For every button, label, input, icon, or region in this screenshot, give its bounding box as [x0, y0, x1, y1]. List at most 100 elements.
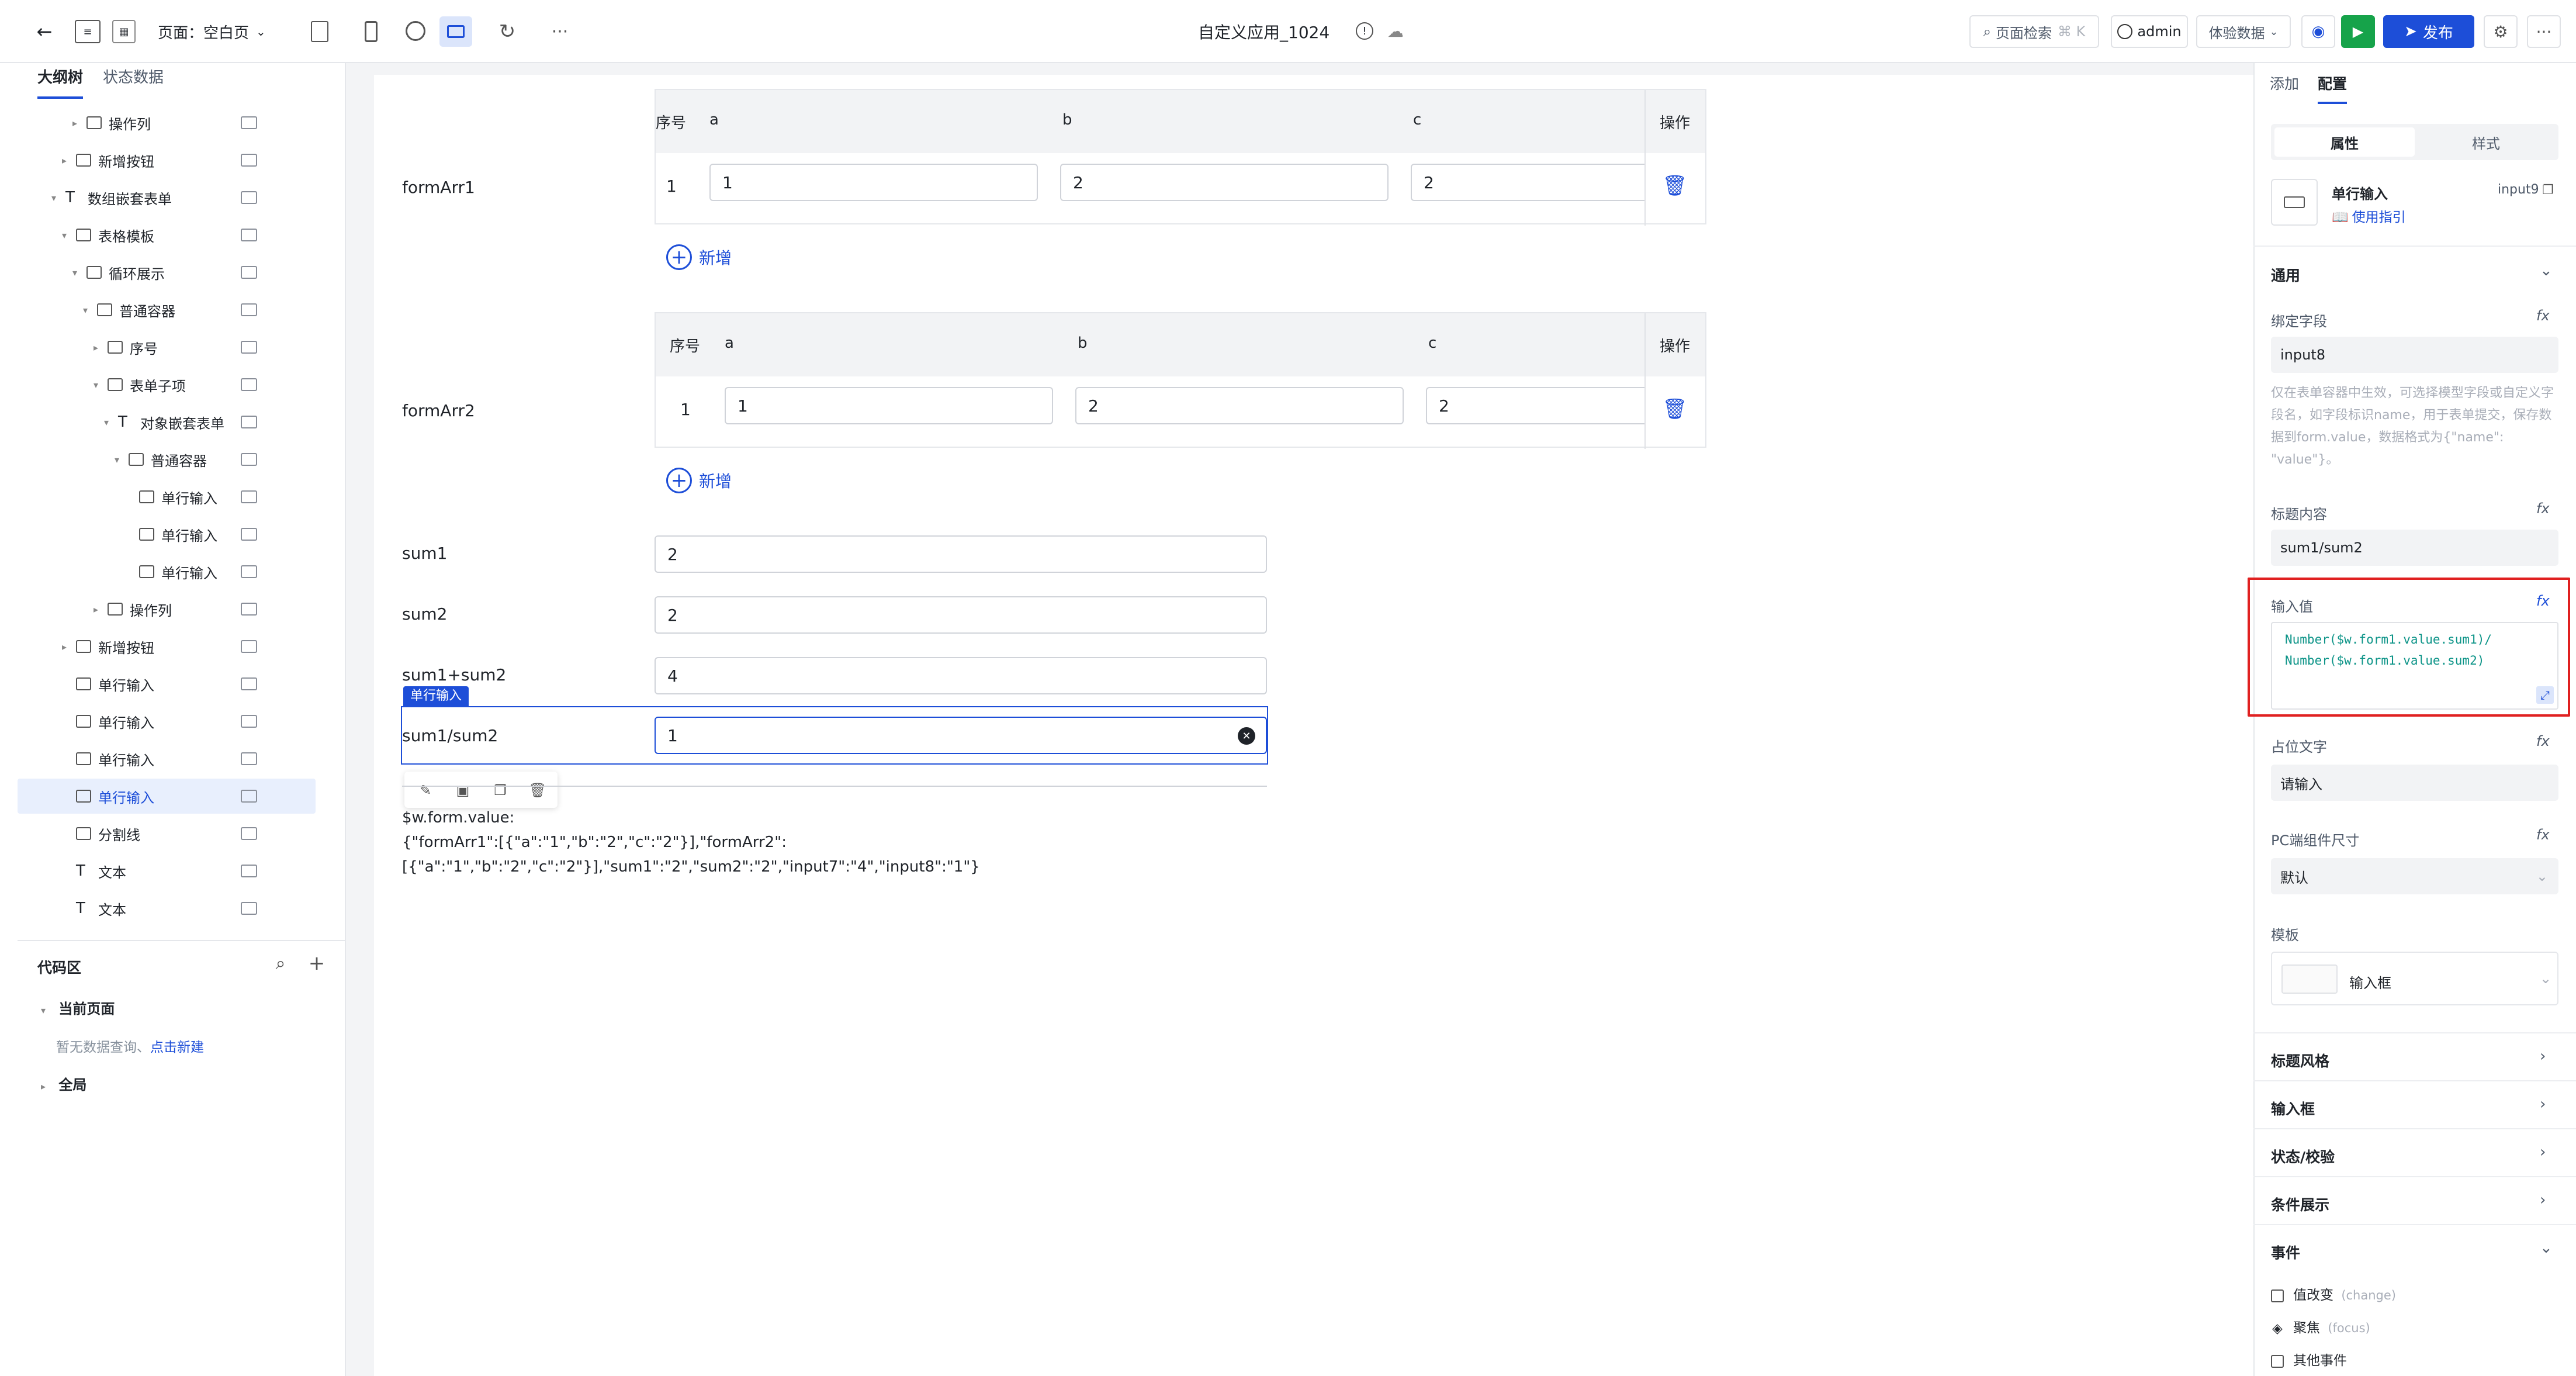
edit-pencil-icon[interactable]: ✎	[415, 780, 436, 801]
caret-right-icon[interactable]: ▸	[62, 155, 67, 166]
tree-item[interactable]: 单行输入	[18, 741, 316, 776]
clear-circle-icon[interactable]: ✕	[1238, 727, 1255, 745]
code-area-current-page[interactable]: ▾ 当前页面	[41, 997, 115, 1018]
delete-trash-icon[interactable]: 🗑	[1662, 173, 1687, 199]
formArr1-a-input[interactable]: 1	[709, 164, 1038, 201]
create-link[interactable]: 点击新建	[150, 1040, 204, 1055]
event-change[interactable]: 值改变 (change)	[2271, 1284, 2396, 1304]
bind-field-input[interactable]: input8	[2271, 337, 2558, 373]
outline-view-icon[interactable]: ≡	[75, 20, 101, 43]
placeholder-input[interactable]: 请输入	[2271, 765, 2558, 801]
tree-item[interactable]: T 文本	[18, 891, 316, 926]
usage-guide-link[interactable]: 📖 使用指引	[2332, 206, 2406, 226]
tree-item[interactable]: ▾ 普通容器	[18, 442, 316, 477]
tree-item[interactable]: ▸ 序号	[18, 330, 316, 365]
tab-outline-tree[interactable]: 大纲树	[37, 65, 84, 99]
formArr2-a-input[interactable]: 1	[725, 387, 1053, 424]
tree-item[interactable]: 单行输入	[18, 517, 316, 552]
page-selector[interactable]: 页面：空白页 ⌄	[158, 20, 266, 43]
copy-id-icon[interactable]: ❐	[2540, 181, 2556, 199]
tab-config[interactable]: 配置	[2318, 72, 2348, 104]
tree-item[interactable]: 单行输入	[18, 666, 316, 701]
caret-down-icon[interactable]: ▾	[115, 454, 119, 465]
events-section-title[interactable]: 事件	[2271, 1242, 2300, 1263]
sum1-div-sum2-input[interactable]: 1	[655, 717, 1267, 754]
fx-icon[interactable]: fx	[2536, 593, 2550, 609]
tree-item[interactable]: ▾ 表格模板	[18, 217, 316, 253]
delete-trash-icon[interactable]: 🗑	[1662, 396, 1687, 422]
more-menu-icon[interactable]: ···	[2527, 15, 2561, 48]
caret-right-icon[interactable]: ▸	[94, 342, 98, 353]
layout-view-icon[interactable]: ▦	[112, 20, 136, 43]
tree-item[interactable]: ▾ 循环展示	[18, 255, 316, 290]
user-button[interactable]: admin	[2111, 15, 2188, 48]
section-input-box[interactable]: 输入框	[2271, 1098, 2315, 1119]
chevron-right-icon[interactable]: ›	[2540, 1047, 2546, 1065]
formArr1-add-button[interactable]: + 新增	[666, 244, 732, 270]
mobile-device-icon[interactable]	[365, 21, 378, 42]
fx-icon[interactable]: fx	[2536, 827, 2550, 843]
search-icon[interactable]: ⌕	[270, 953, 291, 974]
new-file-icon[interactable]	[311, 21, 328, 42]
tree-item[interactable]: 单行输入	[18, 554, 316, 589]
chevron-down-icon[interactable]: ⌄	[2540, 262, 2553, 279]
tree-item[interactable]: ▸ 新增按钮	[18, 629, 316, 664]
pc-size-select[interactable]: 默认 ⌄	[2271, 858, 2558, 894]
chevron-right-icon[interactable]: ›	[2540, 1095, 2546, 1113]
tree-item[interactable]: 单行输入	[18, 479, 316, 514]
caret-down-icon[interactable]: ▾	[62, 230, 67, 241]
formArr2-add-button[interactable]: + 新增	[666, 468, 732, 493]
fx-icon[interactable]: fx	[2536, 733, 2550, 749]
caret-down-icon[interactable]: ▾	[94, 379, 98, 390]
caret-down-icon[interactable]: ▾	[51, 192, 56, 203]
title-content-input[interactable]: sum1/sum2	[2271, 530, 2558, 566]
event-focus[interactable]: ◈ 聚焦 (focus)	[2271, 1316, 2370, 1336]
info-icon[interactable]: !	[1356, 22, 1373, 40]
caret-down-icon[interactable]: ▾	[72, 267, 77, 278]
run-button[interactable]: ▶	[2341, 15, 2375, 48]
save-icon[interactable]: ▣	[452, 780, 473, 801]
refresh-icon[interactable]: ↻	[496, 20, 519, 43]
general-section-title[interactable]: 通用	[2271, 264, 2300, 285]
more-icon[interactable]: ···	[548, 20, 572, 43]
settings-gear-icon[interactable]: ⚙	[2484, 15, 2518, 48]
tree-item[interactable]: ▾ T 对象嵌套表单	[18, 404, 316, 440]
caret-right-icon[interactable]: ▸	[94, 604, 98, 615]
copy-icon[interactable]: ❐	[490, 780, 511, 801]
event-other[interactable]: 其他事件	[2271, 1349, 2347, 1369]
section-title-style[interactable]: 标题风格	[2271, 1050, 2329, 1071]
preview-eye-icon[interactable]: ◉	[2301, 15, 2335, 48]
chevron-right-icon[interactable]: ›	[2540, 1143, 2546, 1161]
tree-item[interactable]: ▸ 操作列	[18, 592, 316, 627]
compass-icon[interactable]	[406, 21, 425, 41]
chevron-right-icon[interactable]: ›	[2540, 1191, 2546, 1209]
formArr2-b-input[interactable]: 2	[1075, 387, 1404, 424]
fx-icon[interactable]: fx	[2536, 500, 2550, 517]
back-arrow-icon[interactable]: ←	[33, 20, 56, 43]
section-state-validation[interactable]: 状态/校验	[2271, 1146, 2335, 1167]
tree-item[interactable]: ▾ T 数组嵌套表单	[18, 180, 316, 215]
segment-style[interactable]: 样式	[2416, 127, 2556, 157]
formArr2-c-input[interactable]: 2	[1426, 387, 1644, 424]
delete-icon[interactable]: 🗑	[527, 780, 548, 801]
tree-item[interactable]: ▸ 新增按钮	[18, 143, 316, 178]
page-search-button[interactable]: ⌕ 页面检索 ⌘ K	[1969, 15, 2099, 48]
tree-item[interactable]: ▸ 操作列	[18, 105, 316, 140]
sum1-input[interactable]: 2	[655, 535, 1267, 573]
publish-button[interactable]: ➤ 发布	[2383, 15, 2474, 48]
tab-state-data[interactable]: 状态数据	[103, 65, 164, 99]
data-mode-select[interactable]: 体验数据 ⌄	[2196, 15, 2291, 48]
tree-item[interactable]: 分割线	[18, 816, 316, 851]
sum1-plus-sum2-input[interactable]: 4	[655, 657, 1267, 694]
tab-add[interactable]: 添加	[2270, 72, 2299, 94]
desktop-device-icon[interactable]	[439, 16, 472, 47]
caret-down-icon[interactable]: ▾	[104, 417, 109, 428]
expand-editor-icon[interactable]: ⤢	[2536, 686, 2554, 704]
tree-item[interactable]: ▾ 普通容器	[18, 292, 316, 327]
formArr1-c-input[interactable]: 2	[1411, 164, 1644, 201]
tree-item[interactable]: T 文本	[18, 853, 316, 888]
caret-right-icon[interactable]: ▸	[62, 641, 67, 652]
tree-item[interactable]: ▾ 表单子项	[18, 367, 316, 402]
add-icon[interactable]: +	[306, 952, 327, 975]
sum2-input[interactable]: 2	[655, 596, 1267, 634]
